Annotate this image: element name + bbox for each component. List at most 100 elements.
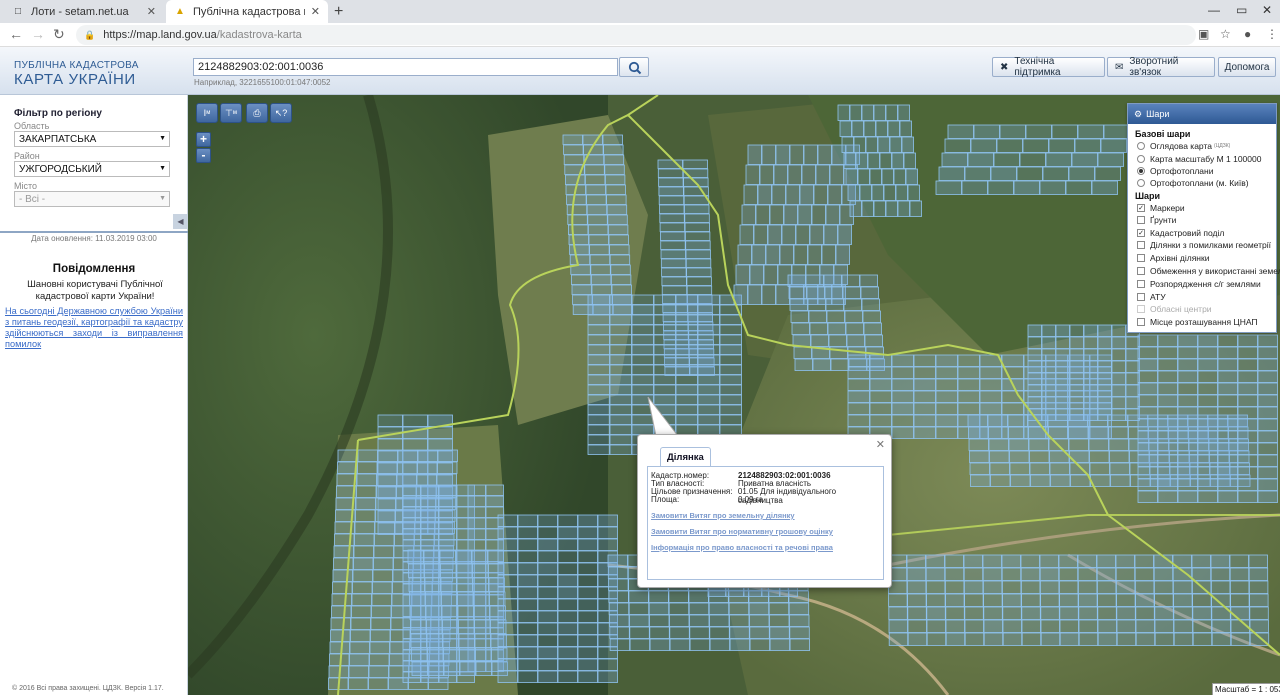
land-parcel[interactable] [577,610,598,623]
land-parcel[interactable] [945,580,965,594]
land-parcel[interactable] [597,514,618,527]
land-parcel[interactable] [1137,466,1158,479]
land-parcel[interactable] [653,384,676,395]
checkbox-checked[interactable]: ✓ [1137,229,1145,237]
land-parcel[interactable] [1097,593,1117,607]
land-parcel[interactable] [350,617,371,630]
land-parcel[interactable] [983,606,1003,620]
land-parcel[interactable] [869,378,892,391]
land-parcel[interactable] [967,414,988,427]
land-parcel[interactable] [768,602,790,615]
land-parcel[interactable] [467,495,486,507]
land-parcel[interactable] [1197,358,1218,371]
land-parcel[interactable] [684,222,711,232]
land-parcel[interactable] [1083,348,1098,361]
land-parcel[interactable] [331,605,352,618]
messages-link[interactable]: На сьогодні Державною службою України з … [5,306,183,350]
land-parcel[interactable] [1041,408,1056,421]
land-parcel[interactable] [689,626,710,639]
land-parcel[interactable] [537,574,558,587]
land-parcel[interactable] [609,434,632,445]
land-parcel[interactable] [577,538,598,551]
land-parcel[interactable] [686,285,713,295]
land-parcel[interactable] [1039,567,1060,581]
land-parcel[interactable] [438,495,457,507]
land-parcel[interactable] [649,638,671,651]
land-parcel[interactable] [982,567,1003,581]
land-parcel[interactable] [895,184,908,201]
land-parcel[interactable] [990,474,1011,487]
land-parcel[interactable] [675,294,698,305]
land-parcel[interactable] [631,314,654,325]
land-parcel[interactable] [1097,336,1112,349]
land-parcel[interactable] [1002,593,1022,607]
land-parcel[interactable] [781,224,796,245]
land-parcel[interactable] [609,626,630,639]
popup-tab-parcel[interactable]: Ділянка [660,447,711,466]
land-parcel[interactable] [661,276,687,286]
land-parcel[interactable] [562,134,583,145]
land-parcel[interactable] [631,294,654,305]
land-parcel[interactable] [517,586,538,599]
base-layer-orthophoto[interactable]: Ортофотоплани [1137,166,1213,176]
land-parcel[interactable] [497,658,518,671]
land-parcel[interactable] [587,334,610,345]
land-parcel[interactable] [537,562,558,575]
land-parcel[interactable] [1040,619,1060,633]
land-parcel[interactable] [944,567,965,581]
land-parcel[interactable] [631,334,654,345]
address-bar[interactable]: 🔒 https://map.land.gov.ua/kadastrova-kar… [76,25,1196,45]
land-parcel[interactable] [606,204,628,215]
measure-distance-tool[interactable]: Iм [196,103,218,123]
land-parcel[interactable] [603,154,625,165]
land-parcel[interactable] [628,590,649,603]
land-parcel[interactable] [935,426,958,439]
land-parcel[interactable] [420,506,439,518]
land-parcel[interactable] [871,184,884,201]
land-parcel[interactable] [1030,474,1051,487]
land-parcel[interactable] [728,602,750,615]
land-parcel[interactable] [1197,478,1218,491]
land-parcel[interactable] [789,626,810,639]
land-parcel[interactable] [888,632,909,646]
land-parcel[interactable] [458,619,475,634]
land-parcel[interactable] [847,354,870,367]
land-parcel[interactable] [964,166,991,181]
land-parcel[interactable] [1009,450,1030,463]
land-parcel[interactable] [847,402,870,415]
land-parcel[interactable] [517,574,538,587]
land-parcel[interactable] [926,632,947,646]
land-parcel[interactable] [859,274,878,287]
land-parcel[interactable] [416,473,437,486]
land-parcel[interactable] [799,184,814,205]
land-parcel[interactable] [653,354,676,365]
land-parcel[interactable] [789,298,808,311]
land-parcel[interactable] [1108,438,1129,451]
land-parcel[interactable] [847,390,870,403]
land-parcel[interactable] [753,224,768,245]
land-parcel[interactable] [517,622,538,635]
land-parcel[interactable] [1230,606,1250,620]
land-parcel[interactable] [688,590,709,603]
land-parcel[interactable] [881,168,894,185]
land-parcel[interactable] [675,384,698,395]
land-parcel[interactable] [402,528,421,540]
land-parcel[interactable] [979,390,1002,403]
land-parcel[interactable] [591,284,612,295]
land-parcel[interactable] [1077,567,1098,581]
land-parcel[interactable] [697,404,720,415]
land-parcel[interactable] [557,538,578,551]
land-parcel[interactable] [775,144,790,165]
land-parcel[interactable] [1257,430,1278,443]
land-parcel[interactable] [355,509,376,522]
land-parcel[interactable] [926,606,946,620]
land-parcel[interactable] [1083,372,1098,385]
land-parcel[interactable] [1029,462,1050,475]
land-parcel[interactable] [577,658,598,671]
land-parcel[interactable] [424,577,441,592]
land-parcel[interactable] [682,159,708,169]
land-parcel[interactable] [1069,372,1084,385]
land-parcel[interactable] [767,224,782,245]
land-parcel[interactable] [420,484,439,496]
land-parcel[interactable] [883,184,896,201]
